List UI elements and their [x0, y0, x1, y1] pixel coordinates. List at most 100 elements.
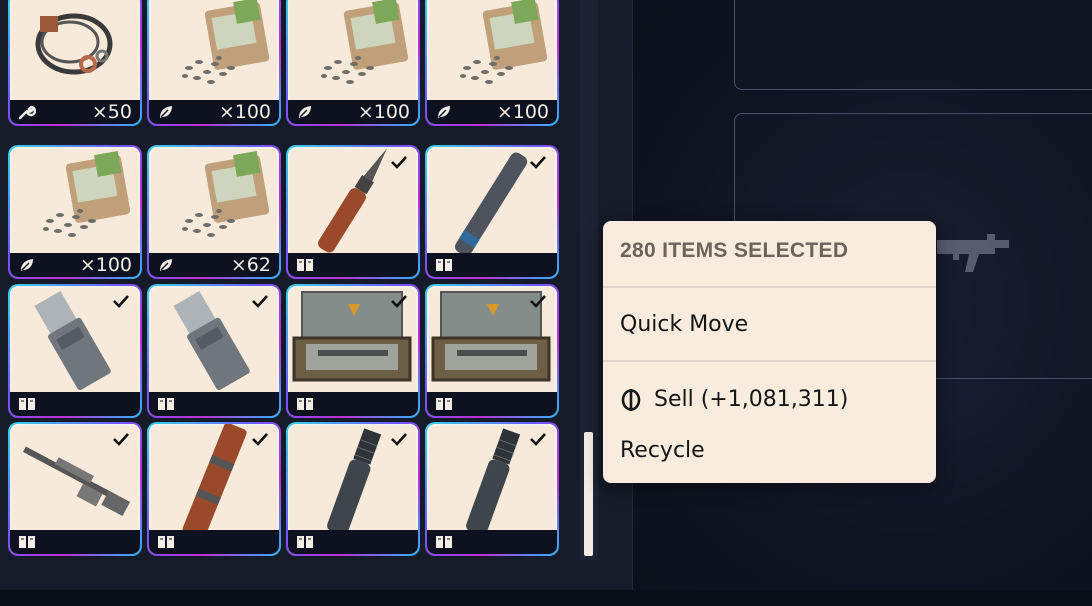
item-image: [321, 0, 409, 84]
item-card: ×100: [288, 0, 418, 124]
item-card: [288, 424, 418, 554]
item-card: [288, 147, 418, 277]
book-icon: [296, 396, 314, 412]
menu-divider: [603, 360, 936, 362]
book-icon: [435, 396, 453, 412]
item-card: [10, 424, 140, 554]
item-image: [182, 0, 270, 84]
menu-divider: [603, 286, 936, 288]
checkmark-icon: [113, 433, 129, 446]
book-icon: [296, 257, 314, 273]
inventory-item[interactable]: ×62: [147, 145, 281, 279]
item-card: [149, 424, 279, 554]
inventory-item[interactable]: [8, 284, 142, 418]
equipment-slot-top[interactable]: [734, 0, 1092, 90]
book-icon: [18, 396, 36, 412]
inventory-item[interactable]: [147, 422, 281, 556]
checkmark-icon: [391, 433, 407, 446]
bottom-strip: [0, 590, 1092, 606]
item-count: ×50: [91, 101, 132, 123]
item-card: ×62: [149, 147, 279, 277]
item-footer: ×50: [10, 100, 140, 124]
item-image: [182, 151, 270, 237]
item-footer: [10, 392, 140, 416]
leaf-icon: [435, 104, 453, 120]
context-menu: 280 ITEMS SELECTED Quick Move Sell (+1,0…: [603, 221, 936, 483]
leaf-icon: [296, 104, 314, 120]
quick-move-option[interactable]: Quick Move: [620, 312, 748, 337]
inventory-item[interactable]: ×100: [147, 0, 281, 126]
checkmark-icon: [391, 156, 407, 169]
item-footer: [288, 392, 418, 416]
item-image: [35, 13, 113, 75]
inventory-item[interactable]: [286, 145, 420, 279]
recycle-label: Recycle: [620, 438, 705, 463]
inventory-item[interactable]: [425, 422, 559, 556]
item-footer: ×100: [10, 253, 140, 277]
item-card: [10, 286, 140, 416]
inventory-item[interactable]: [286, 284, 420, 418]
book-icon: [435, 257, 453, 273]
inventory-item[interactable]: [425, 284, 559, 418]
item-card: [427, 147, 557, 277]
item-card: [427, 424, 557, 554]
book-icon: [157, 396, 175, 412]
item-card: ×100: [427, 0, 557, 124]
inventory-item[interactable]: ×100: [8, 145, 142, 279]
item-count: ×100: [357, 101, 410, 123]
item-footer: [427, 392, 557, 416]
item-footer: [288, 530, 418, 554]
quick-move-label: Quick Move: [620, 312, 749, 337]
item-image: [43, 151, 131, 237]
wrench-icon: [18, 104, 36, 120]
leaf-icon: [157, 257, 175, 273]
item-image: [460, 0, 548, 84]
item-footer: [288, 253, 418, 277]
inventory-scroll-thumb[interactable]: [584, 432, 593, 556]
book-icon: [296, 534, 314, 550]
inventory-item[interactable]: [286, 422, 420, 556]
book-icon: [157, 534, 175, 550]
item-footer: [427, 253, 557, 277]
item-card: [288, 286, 418, 416]
checkmark-icon: [252, 295, 268, 308]
item-card: ×100: [149, 0, 279, 124]
checkmark-icon: [530, 156, 546, 169]
book-icon: [18, 534, 36, 550]
inventory-item[interactable]: ×50: [8, 0, 142, 126]
inventory-item[interactable]: [425, 145, 559, 279]
sell-option[interactable]: Sell (+1,081,311): [620, 387, 848, 412]
inventory-item[interactable]: ×100: [425, 0, 559, 126]
item-count: ×100: [218, 101, 271, 123]
recycle-option[interactable]: Recycle: [620, 438, 705, 463]
item-card: [149, 286, 279, 416]
item-count: ×100: [79, 254, 132, 276]
item-count: ×100: [496, 101, 549, 123]
leaf-icon: [157, 104, 175, 120]
item-footer: ×100: [149, 100, 279, 124]
selection-count-header: 280 ITEMS SELECTED: [620, 239, 849, 262]
checkmark-icon: [530, 295, 546, 308]
sell-label: Sell (+1,081,311): [654, 387, 849, 412]
item-card: ×100: [10, 147, 140, 277]
item-footer: [149, 530, 279, 554]
checkmark-icon: [530, 433, 546, 446]
item-footer: [427, 530, 557, 554]
item-footer: ×100: [427, 100, 557, 124]
book-icon: [435, 534, 453, 550]
item-footer: [149, 392, 279, 416]
checkmark-icon: [391, 295, 407, 308]
item-card: ×50: [10, 0, 140, 124]
weapon-slot-icon: [937, 234, 1009, 272]
item-footer: ×100: [288, 100, 418, 124]
leaf-icon: [18, 257, 36, 273]
item-card: [427, 286, 557, 416]
item-count: ×62: [230, 254, 271, 276]
coin-icon: [621, 388, 641, 411]
inventory-item[interactable]: [147, 284, 281, 418]
item-footer: [10, 530, 140, 554]
inventory-item[interactable]: ×100: [286, 0, 420, 126]
inventory-item[interactable]: [8, 422, 142, 556]
checkmark-icon: [252, 433, 268, 446]
item-footer: ×62: [149, 253, 279, 277]
